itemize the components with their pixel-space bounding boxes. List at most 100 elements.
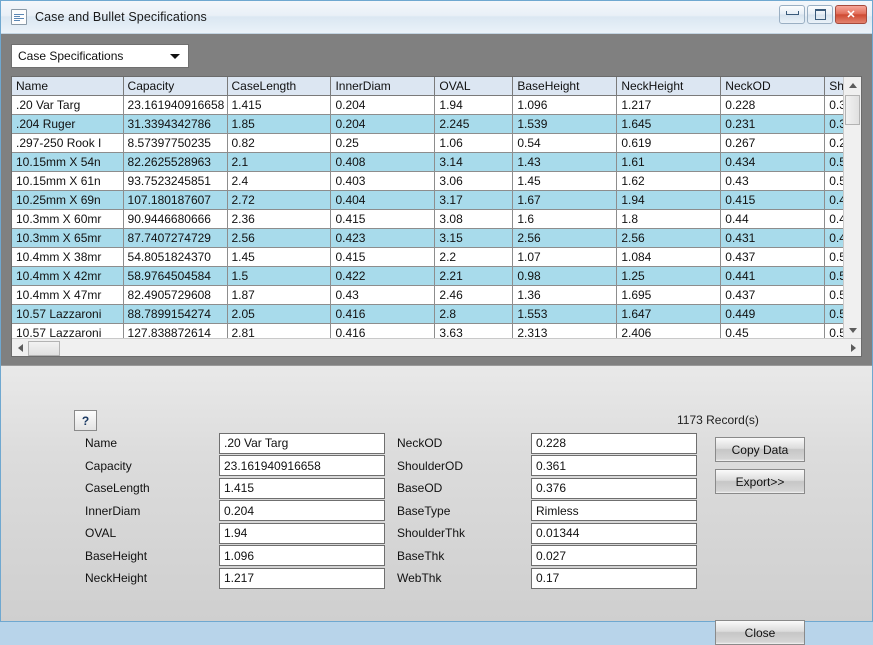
table-cell[interactable]: .204 Ruger — [12, 115, 123, 134]
table-cell[interactable]: 90.9446680666 — [123, 210, 227, 229]
table-cell[interactable]: 0.423 — [331, 229, 435, 248]
table-cell[interactable]: 2.56 — [513, 229, 617, 248]
table-cell[interactable]: 0.45 — [721, 324, 825, 339]
table-cell[interactable]: 0.441 — [721, 267, 825, 286]
scroll-left-button[interactable] — [12, 340, 28, 356]
table-cell[interactable]: 127.838872614 — [123, 324, 227, 339]
table-cell[interactable]: 0.437 — [721, 248, 825, 267]
field-input[interactable]: 0.027 — [531, 545, 697, 566]
table-cell[interactable]: 0.517 — [825, 286, 843, 305]
table-cell[interactable]: 1.62 — [617, 172, 721, 191]
table-cell[interactable]: 0.431 — [825, 229, 843, 248]
field-input[interactable]: Rimless — [531, 500, 697, 521]
table-cell[interactable]: 0.403 — [331, 172, 435, 191]
table-cell[interactable]: 0.25 — [331, 134, 435, 153]
table-cell[interactable]: 2.05 — [227, 305, 331, 324]
table-cell[interactable]: 0.449 — [721, 305, 825, 324]
table-cell[interactable]: 0.434 — [721, 153, 825, 172]
table-row[interactable]: 10.4mm X 38mr54.80518243701.450.4152.21.… — [12, 248, 843, 267]
field-input[interactable]: 1.217 — [219, 568, 385, 589]
table-cell[interactable]: 1.45 — [513, 172, 617, 191]
table-cell[interactable]: 10.57 Lazzaroni — [12, 324, 123, 339]
table-cell[interactable]: 54.8051824370 — [123, 248, 227, 267]
table-cell[interactable]: 0.437 — [721, 286, 825, 305]
table-cell[interactable]: 1.94 — [435, 96, 513, 115]
table-row[interactable]: 10.4mm X 47mr82.49057296081.870.432.461.… — [12, 286, 843, 305]
table-cell[interactable]: 93.7523245851 — [123, 172, 227, 191]
table-cell[interactable]: 1.94 — [617, 191, 721, 210]
table-cell[interactable]: 0.498 — [825, 210, 843, 229]
field-input[interactable]: 0.01344 — [531, 523, 697, 544]
table-cell[interactable]: 1.07 — [513, 248, 617, 267]
table-cell[interactable]: 2.81 — [227, 324, 331, 339]
column-header[interactable]: ShoulderOD — [825, 77, 843, 96]
table-cell[interactable]: 3.15 — [435, 229, 513, 248]
grid-viewport[interactable]: NameCapacityCaseLengthInnerDiamOVALBaseH… — [12, 77, 843, 338]
table-cell[interactable]: 2.46 — [435, 286, 513, 305]
table-cell[interactable]: 10.15mm X 54n — [12, 153, 123, 172]
table-row[interactable]: 10.15mm X 61n93.75232458512.40.4033.061.… — [12, 172, 843, 191]
field-input[interactable]: 1.94 — [219, 523, 385, 544]
field-input[interactable]: 0.361 — [531, 455, 697, 476]
table-cell[interactable]: .20 Var Targ — [12, 96, 123, 115]
table-cell[interactable]: 31.3394342786 — [123, 115, 227, 134]
table-cell[interactable]: 8.57397750235 — [123, 134, 227, 153]
table-cell[interactable]: 0.529 — [825, 153, 843, 172]
table-cell[interactable]: 10.4mm X 47mr — [12, 286, 123, 305]
table-row[interactable]: 10.4mm X 42mr58.97645045841.50.4222.210.… — [12, 267, 843, 286]
table-cell[interactable]: 0.294 — [825, 134, 843, 153]
table-cell[interactable]: 3.06 — [435, 172, 513, 191]
vertical-scroll-track[interactable] — [844, 93, 861, 322]
column-header[interactable]: NeckHeight — [617, 77, 721, 96]
table-cell[interactable]: 2.1 — [227, 153, 331, 172]
table-cell[interactable]: 3.08 — [435, 210, 513, 229]
table-cell[interactable]: 0.408 — [331, 153, 435, 172]
table-cell[interactable]: 10.57 Lazzaroni — [12, 305, 123, 324]
table-cell[interactable]: 10.15mm X 61n — [12, 172, 123, 191]
close-button[interactable]: Close — [715, 620, 805, 645]
table-cell[interactable]: 2.21 — [435, 267, 513, 286]
table-cell[interactable]: 1.45 — [227, 248, 331, 267]
table-cell[interactable]: 2.56 — [617, 229, 721, 248]
table-cell[interactable]: 1.06 — [435, 134, 513, 153]
column-header[interactable]: CaseLength — [227, 77, 331, 96]
table-cell[interactable]: 3.17 — [435, 191, 513, 210]
table-cell[interactable]: 0.36 — [825, 115, 843, 134]
scroll-right-button[interactable] — [845, 340, 861, 356]
table-cell[interactable]: 0.43 — [721, 172, 825, 191]
table-cell[interactable]: 0.204 — [331, 96, 435, 115]
help-button[interactable]: ? — [74, 410, 97, 431]
minimize-button[interactable] — [779, 5, 805, 24]
table-cell[interactable]: 0.54 — [825, 172, 843, 191]
table-cell[interactable]: 1.695 — [617, 286, 721, 305]
table-cell[interactable]: 0.415 — [331, 248, 435, 267]
table-cell[interactable]: 10.3mm X 65mr — [12, 229, 123, 248]
field-input[interactable]: 23.161940916658 — [219, 455, 385, 476]
column-header[interactable]: BaseHeight — [513, 77, 617, 96]
table-cell[interactable]: 87.7407274729 — [123, 229, 227, 248]
horizontal-scroll-track[interactable] — [28, 340, 845, 355]
vertical-scroll-thumb[interactable] — [845, 95, 860, 125]
table-cell[interactable]: 0.404 — [331, 191, 435, 210]
table-cell[interactable]: 88.7899154274 — [123, 305, 227, 324]
table-row[interactable]: .20 Var Targ23.1619409166581.4150.2041.9… — [12, 96, 843, 115]
table-row[interactable]: 10.57 Lazzaroni88.78991542742.050.4162.8… — [12, 305, 843, 324]
table-cell[interactable]: 10.4mm X 42mr — [12, 267, 123, 286]
table-cell[interactable]: .297-250 Rook I — [12, 134, 123, 153]
table-cell[interactable]: 82.4905729608 — [123, 286, 227, 305]
table-cell[interactable]: 2.36 — [227, 210, 331, 229]
horizontal-scroll-thumb[interactable] — [28, 341, 60, 356]
table-cell[interactable]: 1.5 — [227, 267, 331, 286]
field-input[interactable]: 0.17 — [531, 568, 697, 589]
table-cell[interactable]: 1.8 — [617, 210, 721, 229]
scroll-up-button[interactable] — [844, 77, 861, 93]
table-cell[interactable]: 0.44 — [721, 210, 825, 229]
table-cell[interactable]: 10.3mm X 60mr — [12, 210, 123, 229]
table-row[interactable]: 10.25mm X 69n107.1801876072.720.4043.171… — [12, 191, 843, 210]
table-cell[interactable]: 1.85 — [227, 115, 331, 134]
column-header[interactable]: Capacity — [123, 77, 227, 96]
column-header[interactable]: NeckOD — [721, 77, 825, 96]
table-cell[interactable]: 0.619 — [617, 134, 721, 153]
vertical-scrollbar[interactable] — [843, 77, 861, 338]
table-cell[interactable]: 2.8 — [435, 305, 513, 324]
